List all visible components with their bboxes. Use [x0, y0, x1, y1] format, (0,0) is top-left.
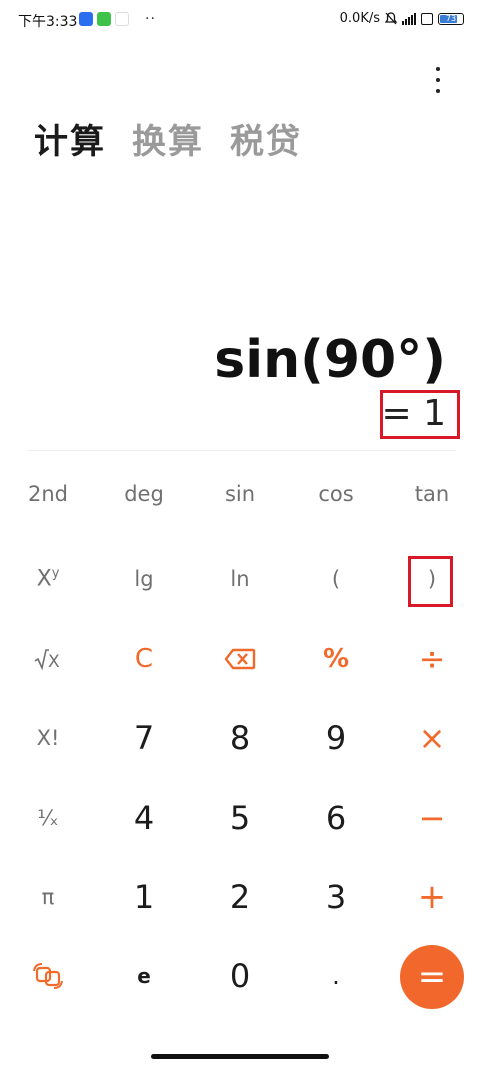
- svg-text:X: X: [48, 652, 60, 671]
- key-cos[interactable]: cos: [288, 455, 384, 533]
- key-0[interactable]: 0: [192, 937, 288, 1015]
- download-app-icon: [97, 12, 111, 26]
- power-icon: Xy: [36, 566, 60, 592]
- tab-tax-loan[interactable]: 税贷: [230, 114, 302, 163]
- key-minus[interactable]: −: [384, 779, 480, 857]
- key-power[interactable]: Xy: [0, 540, 96, 618]
- key-clear[interactable]: C: [96, 620, 192, 698]
- key-3[interactable]: 3: [288, 858, 384, 936]
- result-display: = 1: [381, 393, 446, 434]
- status-bar: 下午3:33 ·· 0.0K/s 73: [0, 0, 480, 40]
- battery-icon: 73: [438, 12, 464, 25]
- key-pi[interactable]: π: [0, 858, 96, 936]
- key-plus[interactable]: +: [384, 858, 480, 936]
- key-open-paren[interactable]: (: [288, 540, 384, 618]
- key-decimal[interactable]: .: [288, 937, 384, 1015]
- display-divider: [28, 450, 456, 451]
- network-speed: 0.0K/s: [339, 11, 380, 26]
- equals-button[interactable]: =: [400, 945, 464, 1009]
- shield-app-icon: [79, 12, 93, 26]
- status-time: 下午3:33: [18, 14, 78, 30]
- key-9[interactable]: 9: [288, 699, 384, 777]
- key-e[interactable]: e: [96, 937, 192, 1015]
- key-5[interactable]: 5: [192, 779, 288, 857]
- key-factorial[interactable]: X!: [0, 699, 96, 777]
- key-7[interactable]: 7: [96, 699, 192, 777]
- key-2[interactable]: 2: [192, 858, 288, 936]
- key-percent[interactable]: %: [288, 620, 384, 698]
- switch-mode-icon: [31, 961, 65, 991]
- tiktok-app-icon: [115, 12, 129, 26]
- backspace-icon: [224, 648, 256, 670]
- key-switch-mode[interactable]: [0, 937, 96, 1015]
- signal-icon: [402, 12, 416, 25]
- key-divide[interactable]: ÷: [384, 620, 480, 698]
- key-sqrt[interactable]: X: [0, 620, 96, 698]
- mode-tabs: 计算 换算 税贷: [34, 114, 302, 163]
- key-lg[interactable]: lg: [96, 540, 192, 618]
- key-tan[interactable]: tan: [384, 455, 480, 533]
- system-status-icons: 0.0K/s 73: [340, 11, 464, 26]
- key-ln[interactable]: ln: [192, 540, 288, 618]
- key-8[interactable]: 8: [192, 699, 288, 777]
- key-2nd[interactable]: 2nd: [0, 455, 96, 533]
- key-reciprocal[interactable]: ¹⁄ₓ: [0, 779, 96, 857]
- key-deg[interactable]: deg: [96, 455, 192, 533]
- key-6[interactable]: 6: [288, 779, 384, 857]
- mute-bell-icon: [385, 12, 397, 25]
- sqrt-icon: X: [33, 647, 63, 671]
- key-multiply[interactable]: ×: [384, 699, 480, 777]
- home-indicator[interactable]: [151, 1054, 329, 1059]
- more-options-button[interactable]: [430, 67, 446, 93]
- more-notifications-icon: ··: [145, 11, 156, 27]
- key-backspace[interactable]: [192, 620, 288, 698]
- notification-icons: ··: [79, 11, 156, 27]
- tab-convert[interactable]: 换算: [132, 114, 204, 163]
- key-sin[interactable]: sin: [192, 455, 288, 533]
- key-1[interactable]: 1: [96, 858, 192, 936]
- close-paren-highlight-box: [408, 556, 453, 607]
- wifi-icon: [421, 12, 433, 25]
- expression-display: sin(90°): [214, 330, 446, 390]
- tab-calculate[interactable]: 计算: [34, 114, 106, 163]
- key-4[interactable]: 4: [96, 779, 192, 857]
